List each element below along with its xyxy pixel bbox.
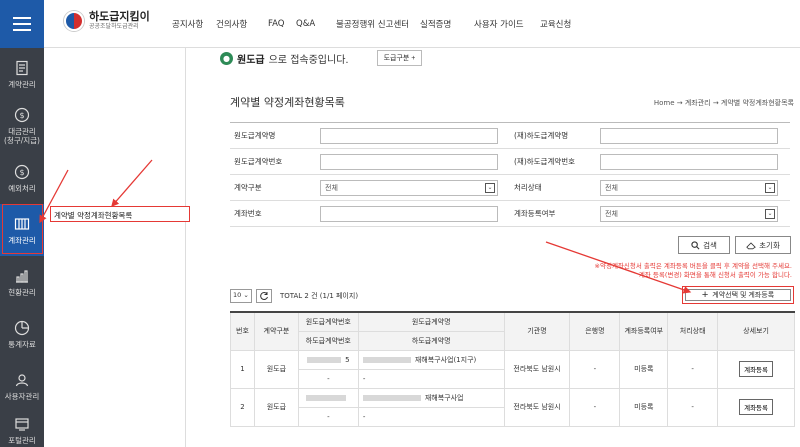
- money-exception-icon: $: [14, 164, 30, 179]
- table-row: 2 원도급 재해복구사업 전라북도 남원시 - 미등록 - 계좌등록: [230, 387, 795, 427]
- col-sub-name: 하도급계약명: [357, 330, 505, 351]
- col-bank: 은행명: [569, 311, 621, 351]
- label-sub-contract-no: (재)하도급계약번호: [510, 148, 596, 175]
- col-detail: 상세보기: [717, 311, 795, 351]
- sidebar-item-label: 대금관리 (청구/지급): [4, 127, 40, 145]
- sidebar-item-label: 포털관리: [8, 435, 36, 445]
- register-account-button[interactable]: 계좌등록: [739, 361, 774, 377]
- process-status-select[interactable]: 전체 ⌄: [600, 179, 778, 196]
- eraser-icon: [746, 241, 756, 249]
- account-registered-select[interactable]: 전체 ⌄: [600, 205, 778, 222]
- sidebar-item-statistics[interactable]: 통계자료: [0, 308, 44, 360]
- connection-text: 으로 접속중입니다.: [268, 54, 349, 66]
- col-sub-no: 하도급계약번호: [297, 330, 359, 351]
- top-header: 하도급지킴이 공공조달하도급관리 공지사항 건의사항 FAQ Q&A 불공정행위…: [0, 0, 800, 48]
- sidebar-item-label: 예외처리: [8, 183, 36, 193]
- sidebar-item-status[interactable]: 현황관리: [0, 256, 44, 308]
- page-size-select[interactable]: 10 ⌄: [230, 289, 252, 303]
- col-orig-no: 원도급계약번호: [297, 311, 359, 332]
- redacted-value: [306, 394, 347, 401]
- user-settings-icon: [15, 373, 29, 386]
- col-type: 계약구분: [253, 311, 299, 351]
- account-no-input[interactable]: [320, 205, 498, 222]
- page-title: 계약별 약정계좌현황목록: [230, 96, 345, 109]
- col-status: 처리상태: [667, 311, 719, 351]
- orig-contract-name-input[interactable]: [320, 127, 498, 144]
- user-icon: ●: [220, 51, 233, 65]
- money-icon: $: [14, 107, 30, 123]
- label-account-no: 계좌번호: [230, 200, 316, 227]
- reset-button[interactable]: 초기화: [735, 236, 791, 254]
- col-no: 번호: [230, 311, 255, 351]
- search-button[interactable]: 검색: [678, 236, 730, 254]
- redacted-value: [362, 356, 411, 363]
- refresh-icon[interactable]: [256, 289, 272, 303]
- table-row: 1 원도급 5 재해복구사업(1지구) 전라북도 남원시 - 미등록 - 계좌등…: [230, 349, 795, 389]
- label-contract-type: 계약구분: [230, 174, 316, 201]
- chevron-down-icon: ⌄: [765, 182, 775, 193]
- col-registered: 계좌등록여부: [619, 311, 669, 351]
- sidebar-item-label: 사용자관리: [4, 391, 40, 401]
- sidebar-item-label: 계약관리: [8, 79, 36, 89]
- redacted-value: [362, 394, 421, 401]
- submenu-panel: 계약별 약정계좌현황목록: [44, 48, 190, 447]
- portal-icon: [15, 417, 29, 431]
- site-logo[interactable]: 하도급지킴이 공공조달하도급관리: [64, 11, 150, 31]
- svg-text:$: $: [19, 111, 24, 120]
- register-account-button[interactable]: 계좌등록: [739, 399, 774, 415]
- breadcrumb: Home → 계좌관리 → 계약별 약정계좌현황목록: [653, 99, 794, 107]
- logo-subtitle: 공공조달하도급관리: [89, 23, 139, 30]
- svg-text:$: $: [19, 168, 24, 177]
- contract-type-button[interactable]: 도급구분 +: [376, 50, 423, 66]
- nav-suggestion[interactable]: 건의사항: [216, 18, 268, 30]
- submenu-item-contract-accounts[interactable]: 계약별 약정계좌현황목록: [50, 206, 190, 222]
- select-contract-register-account-button[interactable]: + 계약선택 및 계좌등록: [682, 286, 794, 304]
- sidebar-item-label: 통계자료: [8, 339, 36, 349]
- col-agency: 기관명: [503, 311, 571, 351]
- list-controls: 10 ⌄ TOTAL 2 건 (1/1 페이지): [230, 289, 358, 303]
- nav-faq[interactable]: FAQ: [268, 19, 296, 29]
- sub-contract-no-input[interactable]: [600, 153, 778, 170]
- connection-bar: ● 원도급 으로 접속중입니다. 도급구분 +: [220, 50, 423, 66]
- account-list-table: 번호 계약구분 원도급계약번호 원도급계약명 기관명 은행명 계좌등록여부 처리…: [230, 311, 795, 427]
- top-nav: 공지사항 건의사항 FAQ Q&A 불공정행위 신고센터 실적증명 사용자 가이…: [172, 0, 580, 48]
- contract-type-select[interactable]: 전체 ⌄: [320, 179, 498, 196]
- bar-chart-icon: [16, 269, 28, 283]
- nav-certificate[interactable]: 실적증명: [420, 18, 474, 30]
- sidebar-item-payment[interactable]: $ 대금관리 (청구/지급): [0, 100, 44, 152]
- total-count: TOTAL 2 건 (1/1 페이지): [280, 292, 359, 300]
- label-account-registered: 계좌등록여부: [510, 200, 596, 227]
- logo-emblem-icon: [64, 11, 84, 31]
- sidebar-item-exception[interactable]: $ 예외처리: [0, 152, 44, 204]
- sidebar-item-portal[interactable]: 포털관리: [0, 404, 44, 447]
- search-form: 원도급계약명 (재)하도급계약명 원도급계약번호 (재)하도급계약번호 계약구분…: [230, 122, 790, 227]
- hamburger-menu-icon[interactable]: [0, 0, 44, 48]
- nav-qna[interactable]: Q&A: [296, 19, 336, 29]
- label-sub-contract-name: (재)하도급계약명: [510, 122, 596, 149]
- document-icon: [16, 60, 28, 75]
- search-icon: [691, 240, 700, 249]
- label-orig-contract-name: 원도급계약명: [230, 122, 316, 149]
- chevron-down-icon: ⌄: [765, 208, 775, 219]
- logo-title: 하도급지킴이: [89, 10, 150, 23]
- nav-user-guide[interactable]: 사용자 가이드: [474, 18, 540, 30]
- redacted-value: [307, 356, 342, 363]
- plus-icon: +: [701, 289, 709, 301]
- label-orig-contract-no: 원도급계약번호: [230, 148, 316, 175]
- sub-contract-name-input[interactable]: [600, 127, 778, 144]
- col-orig-name: 원도급계약명: [357, 311, 505, 332]
- sidebar-item-contract[interactable]: 계약관리: [0, 48, 44, 100]
- chevron-down-icon: ⌄: [485, 182, 495, 193]
- sidebar-item-label: 현황관리: [8, 287, 36, 297]
- notice-text: ※약정계좌신청서 출력은 계좌등록 버튼을 클릭 후 계약을 선택해 주세요. …: [594, 262, 792, 279]
- pie-chart-icon: [14, 320, 30, 335]
- annotation-box-sidebar: [2, 204, 43, 254]
- connection-role: 원도급: [237, 54, 265, 66]
- orig-contract-no-input[interactable]: [320, 153, 498, 170]
- nav-report-center[interactable]: 불공정행위 신고센터: [336, 18, 420, 30]
- nav-education[interactable]: 교육신청: [540, 18, 580, 30]
- label-process-status: 처리상태: [510, 174, 596, 201]
- nav-notice[interactable]: 공지사항: [172, 18, 216, 30]
